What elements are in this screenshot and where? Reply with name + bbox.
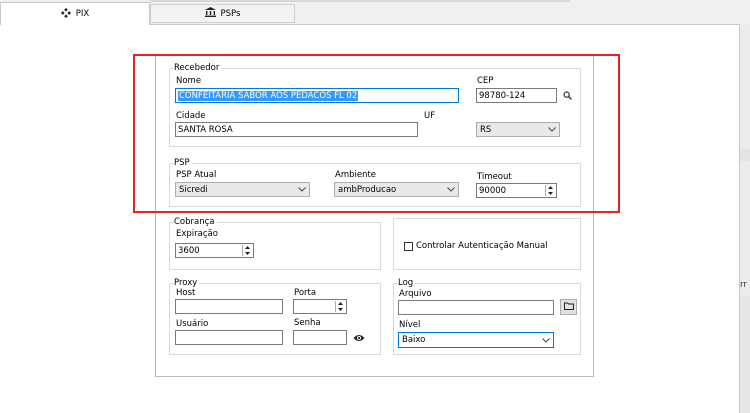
spin-down-icon[interactable]	[546, 191, 555, 197]
tab-pix-label: PIX	[75, 9, 90, 19]
search-cep-icon[interactable]	[561, 89, 573, 101]
senha-label: Senha	[294, 318, 321, 328]
uf-select-value: RS	[480, 124, 492, 135]
chevron-down-icon	[444, 183, 458, 196]
timeout-input[interactable]: 90000	[476, 183, 557, 198]
ambiente-select-value: ambProducao	[338, 184, 397, 195]
psp-atual-select-value: Sicredi	[179, 184, 208, 195]
expiracao-input-value: 3600	[178, 245, 200, 256]
cidade-input[interactable]: SANTA ROSA	[175, 122, 418, 137]
uf-label: UF	[424, 111, 436, 121]
browse-folder-button[interactable]	[560, 299, 577, 315]
nome-label: Nome	[176, 76, 202, 86]
background-window-shade	[740, 296, 750, 413]
cep-input-value: 98780-124	[479, 90, 526, 101]
cep-input[interactable]: 98780-124	[476, 88, 557, 103]
background-window-row	[740, 149, 750, 161]
uf-select[interactable]: RS	[476, 122, 560, 137]
tab-psps[interactable]: PSPs	[150, 4, 295, 23]
eye-icon[interactable]	[352, 333, 365, 343]
log-group-title: Log	[398, 278, 416, 288]
psp-group-title: PSP	[174, 158, 192, 168]
nivel-label: Nível	[399, 320, 421, 330]
pix-diamond-icon	[60, 7, 71, 21]
spin-down-icon[interactable]	[243, 251, 252, 257]
cidade-label: Cidade	[176, 111, 206, 121]
chevron-down-icon	[545, 123, 559, 136]
timeout-label: Timeout	[477, 172, 512, 182]
tab-bar-divider	[150, 0, 570, 2]
recebedor-group-title: Recebedor	[174, 63, 222, 73]
expiracao-input[interactable]: 3600	[175, 243, 254, 258]
timeout-input-value: 90000	[479, 185, 507, 196]
porta-spinner[interactable]	[335, 301, 345, 312]
arquivo-input[interactable]	[398, 300, 554, 315]
ambiente-select[interactable]: ambProducao	[334, 182, 459, 197]
porta-label: Porta	[294, 288, 317, 298]
tab-pix[interactable]: PIX	[0, 2, 150, 25]
cobranca-group-title: Cobrança	[174, 217, 217, 227]
senha-input[interactable]	[293, 330, 347, 345]
folder-icon	[563, 302, 574, 313]
background-window-text: rr	[740, 280, 747, 290]
cep-label: CEP	[477, 76, 494, 86]
bank-icon	[204, 7, 216, 20]
ambiente-label: Ambiente	[335, 170, 377, 180]
expiracao-spinner[interactable]	[242, 245, 252, 256]
expiracao-label: Expiração	[176, 229, 218, 239]
psp-atual-label: PSP Atual	[176, 170, 217, 180]
chevron-down-icon	[295, 183, 309, 196]
controlar-autenticacao-label: Controlar Autenticação Manual	[416, 241, 548, 251]
nivel-select[interactable]: Baixo	[398, 332, 554, 348]
host-label: Host	[176, 288, 196, 298]
tab-psps-label: PSPs	[220, 8, 241, 19]
cidade-input-value: SANTA ROSA	[178, 124, 233, 135]
nome-input[interactable]: CONFEITARIA SABOR AOS PEDACOS FL 02	[175, 88, 459, 103]
timeout-spinner[interactable]	[545, 185, 555, 196]
usuario-input[interactable]	[175, 330, 283, 345]
nome-input-value: CONFEITARIA SABOR AOS PEDACOS FL 02	[178, 90, 359, 101]
nivel-select-value: Baixo	[402, 335, 426, 345]
chevron-down-icon	[539, 334, 553, 347]
proxy-group-title: Proxy	[174, 278, 200, 288]
porta-input[interactable]	[293, 299, 347, 314]
usuario-label: Usuário	[176, 319, 209, 329]
arquivo-label: Arquivo	[399, 289, 432, 299]
psp-atual-select[interactable]: Sicredi	[175, 182, 310, 197]
host-input[interactable]	[175, 299, 283, 314]
spin-down-icon[interactable]	[336, 307, 345, 313]
controlar-autenticacao-checkbox[interactable]	[404, 242, 413, 251]
